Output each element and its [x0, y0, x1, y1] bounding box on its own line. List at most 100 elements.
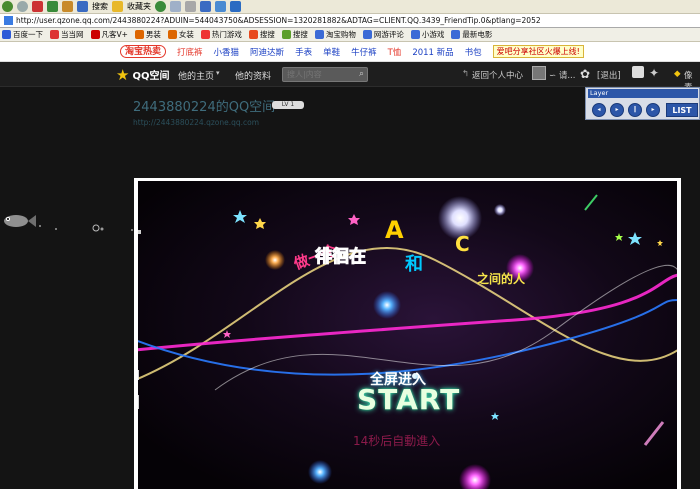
prev-icon[interactable]: ◂ — [592, 103, 606, 117]
favorite-label: 女装 — [178, 30, 194, 39]
search-icon[interactable]: ⌕ — [359, 69, 364, 79]
page-icon — [4, 16, 13, 25]
promo-link[interactable]: 阿迪达斯 — [250, 46, 284, 58]
refresh-icon[interactable] — [47, 1, 58, 12]
favorite-link[interactable]: 凡客V+ — [90, 29, 128, 40]
promo-badge[interactable]: 爱吧分享社区火爆上线! — [492, 45, 584, 58]
countdown-text: 14秒后自動進入 — [353, 434, 441, 448]
stop-icon[interactable] — [32, 1, 43, 12]
slogan-part-f: 之间的人 — [477, 272, 526, 286]
avatar[interactable] — [532, 66, 546, 80]
favorite-label: 当当网 — [61, 30, 84, 39]
nav-dropdown-icon[interactable]: ▾ — [216, 69, 220, 77]
mini-music-player[interactable]: Layer ◂ ▸ ‖ ▸ LIST — [585, 87, 700, 120]
fish-icon — [4, 215, 36, 227]
search-input[interactable] — [287, 70, 357, 79]
favorite-label: 最新电影 — [462, 30, 493, 39]
level-badge[interactable]: LV 1 — [272, 101, 304, 109]
baidu-icon — [2, 30, 11, 39]
favorites-label[interactable]: 收藏夹 — [127, 1, 151, 12]
favorite-label: 小游戏 — [421, 30, 445, 39]
favorite-link[interactable]: 小游戏 — [410, 29, 445, 40]
home-icon[interactable] — [62, 1, 73, 12]
qzone-logo[interactable]: ★ QQ空间 — [116, 67, 169, 82]
favorite-label: 百度一下 — [13, 30, 43, 39]
soso2-icon — [281, 30, 291, 39]
profile-url[interactable]: http://2443880224.qzone.qq.com — [133, 118, 259, 127]
favorite-label: 淘宝购物 — [325, 30, 356, 39]
address-text[interactable]: http://user.qzone.qq.com/2443880224?ADUI… — [16, 16, 541, 25]
slogan-part-e: C — [455, 232, 470, 256]
flash-intro[interactable]: 做一个 徘徊在 A 和 C 之间的人 全屏进入 START 14秒后自動進入 — [135, 180, 678, 489]
promo-link[interactable]: 小香猫 — [214, 46, 240, 58]
promo-link[interactable]: 牛仔裤 — [351, 46, 377, 58]
qzone-star-icon: ★ — [116, 65, 130, 84]
promo-link[interactable]: 单鞋 — [323, 46, 340, 58]
search-box[interactable]: ⌕ — [282, 67, 368, 82]
taobao-brand[interactable]: 淘宝热卖 — [120, 45, 167, 58]
favorite-label: 网游评论 — [373, 30, 404, 39]
print-icon[interactable] — [185, 1, 196, 12]
address-bar[interactable]: http://user.qzone.qq.com/2443880224?ADUI… — [0, 14, 700, 28]
favorites-star-icon[interactable] — [112, 1, 123, 12]
messenger-icon[interactable] — [215, 1, 226, 12]
promo-link[interactable]: 2011 新品 — [412, 46, 453, 58]
page-title: 2443880224的QQ空间 — [133, 100, 276, 115]
favorite-link[interactable]: 搜搜 — [281, 29, 308, 40]
promo-link[interactable]: 书包 — [465, 46, 482, 58]
screen: 搜索 收藏夹 http://user.qzone.qq.com/24438802… — [0, 0, 700, 489]
browser-toolbar: 搜索 收藏夹 — [0, 0, 700, 14]
favorite-link[interactable]: 女装 — [167, 29, 194, 40]
search-icon[interactable] — [77, 1, 88, 12]
flash-frame-left — [134, 178, 138, 489]
pixel-icon[interactable]: ◆ — [674, 69, 681, 79]
bubble-trail — [39, 224, 141, 232]
nav-my-home[interactable]: 他的主页 — [178, 69, 214, 82]
taobao-icon — [314, 30, 324, 39]
forward-icon[interactable] — [17, 1, 28, 12]
player-title: Layer — [588, 89, 698, 98]
edit-icon[interactable] — [200, 1, 211, 12]
user-name[interactable]: ∽ 请... — [549, 69, 575, 81]
favorite-link[interactable]: 最新电影 — [451, 29, 492, 40]
back-icon[interactable] — [2, 1, 13, 12]
gear-icon[interactable]: ✿ — [580, 67, 590, 81]
mail-icon[interactable] — [170, 1, 181, 12]
promo-link[interactable]: 手表 — [295, 46, 312, 58]
next-icon[interactable]: ▸ — [646, 103, 660, 117]
playlist-button[interactable]: LIST — [666, 103, 698, 117]
favorite-link[interactable]: 热门游戏 — [200, 29, 242, 40]
slogan-part-b: 徘徊在 — [315, 247, 367, 268]
tool-icon[interactable] — [230, 1, 241, 12]
flash-frame-top — [134, 178, 679, 181]
promo-link[interactable]: 打底裤 — [177, 46, 203, 58]
game-icon — [200, 30, 210, 39]
message-icon[interactable] — [632, 66, 644, 78]
favorite-link[interactable]: 当当网 — [50, 29, 84, 40]
play-icon[interactable]: ▸ — [610, 103, 624, 117]
dangdang-icon — [50, 30, 59, 39]
womens-icon — [167, 30, 177, 39]
pause-icon[interactable]: ‖ — [628, 103, 642, 117]
mens-icon — [134, 30, 144, 39]
back-center-link[interactable]: 返回个人中心 — [472, 69, 523, 81]
favorite-link[interactable]: 搜搜 — [248, 29, 275, 40]
favorite-link[interactable]: 男装 — [134, 29, 161, 40]
nav-his-profile[interactable]: 他的资料 — [235, 69, 271, 82]
start-button[interactable]: START — [357, 383, 465, 416]
settings-icon[interactable]: ✦ — [649, 66, 659, 80]
search-label[interactable]: 搜索 — [92, 1, 108, 12]
history-icon[interactable] — [155, 1, 166, 12]
favorite-link[interactable]: 淘宝购物 — [314, 29, 356, 40]
movie-icon — [451, 30, 461, 39]
favorite-label: 男装 — [145, 30, 161, 39]
back-arrow-icon[interactable]: ↰ — [462, 69, 469, 79]
logout-link[interactable]: [退出] — [597, 69, 621, 81]
favorite-link[interactable]: 网游评论 — [362, 29, 404, 40]
favorite-link[interactable]: 百度一下 — [2, 29, 43, 40]
favorite-label: 凡客V+ — [101, 30, 128, 39]
review-icon — [362, 30, 372, 39]
slogan-part-d: 和 — [405, 254, 423, 275]
promo-link[interactable]: T恤 — [388, 46, 402, 58]
qzone-navbar: ★ QQ空间 他的主页 ▾ 他的资料 ⌕ ↰ 返回个人中心 ∽ 请... ✿ [… — [0, 62, 700, 93]
